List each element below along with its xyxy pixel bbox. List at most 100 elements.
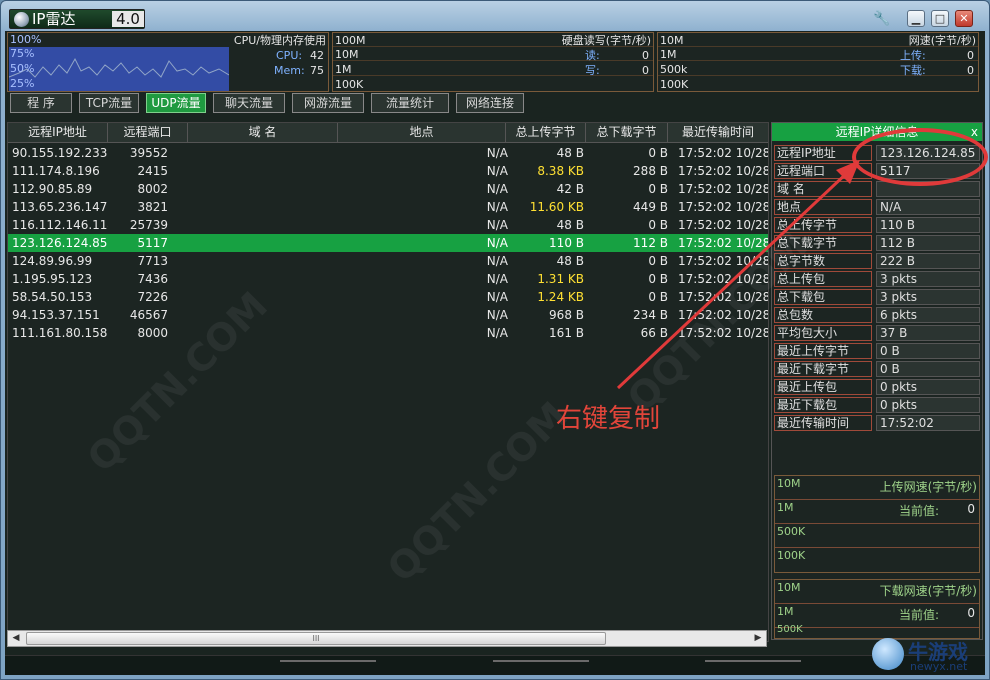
cell-remote-ip: 111.174.8.196 bbox=[12, 164, 100, 178]
cpu-level-25: 25% bbox=[10, 77, 35, 90]
detail-field-value[interactable]: 6 pkts bbox=[876, 307, 980, 323]
cell-remote-ip: 1.195.95.123 bbox=[12, 272, 93, 286]
scrollbar-thumb[interactable]: III bbox=[26, 632, 606, 645]
detail-field-label: 最近下载包 bbox=[774, 397, 872, 413]
cell-total-upload: 110 B bbox=[549, 236, 584, 250]
upload-current-label: 当前值: bbox=[898, 504, 939, 518]
table-row[interactable]: 111.174.8.196 2415 N/A 8.38 KB 288 B 17:52:02… bbox=[8, 162, 768, 180]
table-row[interactable]: 113.65.236.147 3821 N/A 11.60 KB 449 B 17:52:… bbox=[8, 198, 768, 216]
radar-logo-icon bbox=[14, 12, 29, 27]
detail-field-label: 最近上传字节 bbox=[774, 343, 872, 359]
detail-field-row: 最近传输时间 17:52:02 bbox=[774, 415, 980, 431]
cell-total-download: 234 B bbox=[633, 308, 668, 322]
upload-scale-1m: 1M bbox=[777, 501, 794, 514]
cell-remote-ip: 113.65.236.147 bbox=[12, 200, 108, 214]
detail-field-row: 最近下载包 0 pkts bbox=[774, 397, 980, 413]
scroll-left-icon[interactable]: ◀ bbox=[8, 631, 24, 646]
table-row[interactable]: 116.112.146.114 25739 N/A 48 B 0 B 17:52:02 1… bbox=[8, 216, 768, 234]
upload-current-value: 0 bbox=[967, 502, 975, 516]
table-row[interactable]: 111.161.80.158 8000 N/A 161 B 66 B 17:52:02 1… bbox=[8, 324, 768, 342]
detail-field-value[interactable]: 0 B bbox=[876, 343, 980, 359]
detail-field-value[interactable]: N/A bbox=[876, 199, 980, 215]
maximize-button[interactable]: □ bbox=[931, 10, 949, 27]
detail-field-value[interactable]: 112 B bbox=[876, 235, 980, 251]
cell-last-time: 17:52:02 10/28 bbox=[678, 236, 769, 250]
close-button[interactable]: ✕ bbox=[955, 10, 973, 27]
col-remote-port[interactable]: 远程端口 bbox=[108, 123, 188, 143]
cell-location: N/A bbox=[486, 308, 508, 322]
detail-field-row: 地点 N/A bbox=[774, 199, 980, 215]
detail-field-row: 总下载包 3 pkts bbox=[774, 289, 980, 305]
tab-connections[interactable]: 网络连接 bbox=[456, 93, 524, 113]
scroll-right-icon[interactable]: ▶ bbox=[750, 631, 766, 646]
cell-total-download: 449 B bbox=[633, 200, 668, 214]
cell-location: N/A bbox=[486, 200, 508, 214]
tab-game[interactable]: 网游流量 bbox=[292, 93, 364, 113]
cell-location: N/A bbox=[486, 218, 508, 232]
cell-total-upload: 48 B bbox=[556, 254, 584, 268]
tab-stats[interactable]: 流量统计 bbox=[371, 93, 449, 113]
cell-last-time: 17:52:02 10/28 bbox=[678, 164, 769, 178]
cell-remote-port: 7226 bbox=[137, 290, 168, 304]
detail-field-label: 域 名 bbox=[774, 181, 872, 197]
net-down-value: 0 bbox=[967, 64, 974, 77]
detail-field-value[interactable]: 0 B bbox=[876, 361, 980, 377]
detail-field-value[interactable]: 0 pkts bbox=[876, 379, 980, 395]
tab-programs[interactable]: 程 序 bbox=[10, 93, 72, 113]
net-scale-500k: 500k bbox=[660, 63, 688, 76]
disk-monitor: 100M 10M 1M 100K 硬盘读写(字节/秒) 读: 0 写: 0 bbox=[332, 32, 654, 92]
cell-remote-ip: 124.89.96.99 bbox=[12, 254, 93, 268]
net-scale-100k: 100K bbox=[660, 78, 689, 91]
detail-field-label: 最近下载字节 bbox=[774, 361, 872, 377]
cell-remote-port: 7436 bbox=[137, 272, 168, 286]
detail-field-label: 最近传输时间 bbox=[774, 415, 872, 431]
wrench-settings-icon[interactable]: 🔧 bbox=[873, 10, 891, 28]
disk-monitor-title: 硬盘读写(字节/秒) bbox=[561, 34, 651, 47]
col-total-upload[interactable]: 总上传字节 bbox=[506, 123, 586, 143]
minimize-button[interactable]: ▁ bbox=[907, 10, 925, 27]
detail-field-value[interactable]: 17:52:02 bbox=[876, 415, 980, 431]
col-total-download[interactable]: 总下载字节 bbox=[586, 123, 668, 143]
mascot-icon bbox=[872, 638, 904, 670]
table-row[interactable]: 94.153.37.151 46567 N/A 968 B 234 B 17:52:02 … bbox=[8, 306, 768, 324]
cpu-level-75: 75% bbox=[10, 47, 35, 60]
mem-value: 75 bbox=[310, 64, 324, 77]
cell-total-upload: 161 B bbox=[549, 326, 584, 340]
tab-udp[interactable]: UDP流量 bbox=[146, 93, 206, 113]
disk-scale-10m: 10M bbox=[335, 48, 359, 61]
cell-remote-ip: 90.155.192.233 bbox=[12, 146, 108, 160]
detail-field-value[interactable]: 222 B bbox=[876, 253, 980, 269]
table-row[interactable]: 90.155.192.233 39552 N/A 48 B 0 B 17:52:02 10… bbox=[8, 144, 768, 162]
detail-field-value[interactable]: 3 pkts bbox=[876, 271, 980, 287]
col-remote-ip[interactable]: 远程IP地址 bbox=[8, 123, 108, 143]
col-domain[interactable]: 域 名 bbox=[188, 123, 338, 143]
tab-tcp[interactable]: TCP流量 bbox=[79, 93, 139, 113]
detail-field-value[interactable]: 110 B bbox=[876, 217, 980, 233]
detail-field-value[interactable]: 3 pkts bbox=[876, 289, 980, 305]
col-last-time[interactable]: 最近传输时间 bbox=[668, 123, 768, 143]
col-location[interactable]: 地点 bbox=[338, 123, 506, 143]
cell-total-download: 0 B bbox=[648, 290, 668, 304]
table-row[interactable]: 58.54.50.153 7226 N/A 1.24 KB 0 B 17:52:02 10… bbox=[8, 288, 768, 306]
table-row[interactable]: 124.89.96.99 7713 N/A 48 B0 B 17:52:02 10/28 bbox=[8, 252, 768, 270]
cell-total-download: 112 B bbox=[633, 236, 668, 250]
upload-speed-chart: 10M 1M 500K 100K 上传网速(字节/秒) 当前值: 0 bbox=[774, 475, 980, 573]
detail-field-value[interactable]: 0 pkts bbox=[876, 397, 980, 413]
cell-remote-port: 7713 bbox=[137, 254, 168, 268]
detail-field-row: 总包数 6 pkts bbox=[774, 307, 980, 323]
table-row[interactable]: 123.126.124.85 5117 N/A 110 B 112 B 17:52:02 … bbox=[8, 234, 768, 252]
mem-label: Mem: bbox=[274, 64, 305, 77]
horizontal-scrollbar[interactable]: ◀ III ▶ bbox=[7, 630, 767, 647]
title-bar[interactable]: IP雷达 4.0 🔧 ▁ □ ✕ bbox=[1, 1, 989, 33]
detail-field-value[interactable]: 37 B bbox=[876, 325, 980, 341]
cell-total-upload: 968 B bbox=[549, 308, 584, 322]
upload-scale-500k: 500K bbox=[777, 525, 806, 538]
tab-chat[interactable]: 聊天流量 bbox=[213, 93, 285, 113]
detail-field-label: 地点 bbox=[774, 199, 872, 215]
cell-last-time: 17:52:02 10/28 bbox=[678, 146, 769, 160]
table-row[interactable]: 1.195.95.123 7436 N/A 1.31 KB 0 B 17:52:02 10… bbox=[8, 270, 768, 288]
cell-total-download: 0 B bbox=[648, 182, 668, 196]
table-row[interactable]: 112.90.85.89 8002 N/A 42 B 0 B 17:52:02 10/28 bbox=[8, 180, 768, 198]
cell-remote-port: 39552 bbox=[129, 146, 168, 160]
detail-field-row: 域 名 bbox=[774, 181, 980, 197]
